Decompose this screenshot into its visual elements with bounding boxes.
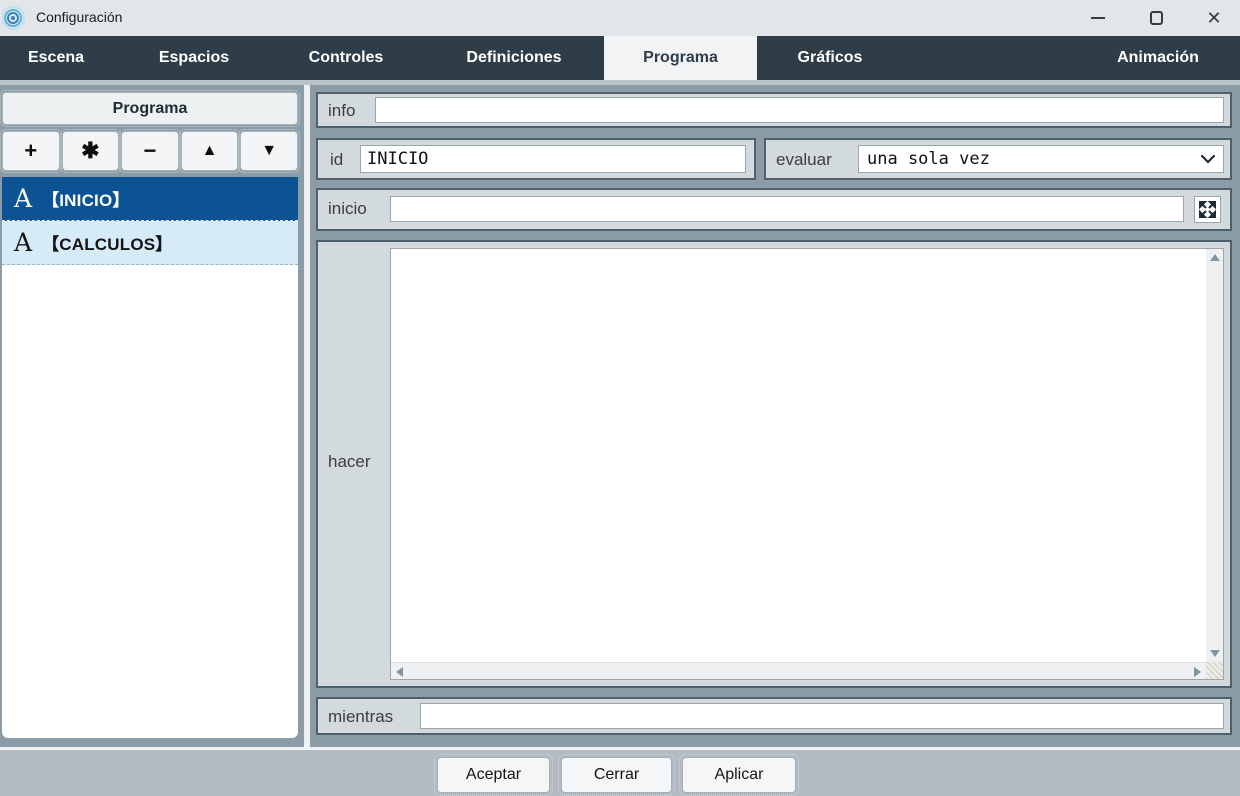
scroll-left-icon[interactable] bbox=[396, 667, 403, 677]
panel-splitter[interactable] bbox=[304, 85, 310, 747]
list-item-inicio[interactable]: A 【INICIO】 bbox=[2, 177, 298, 221]
tabbar-bottom-strip bbox=[0, 80, 1240, 85]
app-icon bbox=[2, 6, 25, 30]
tab-bar: Escena Espacios Controles Definiciones P… bbox=[0, 36, 1240, 80]
program-list: A 【INICIO】 A 【CALCULOS】 bbox=[2, 177, 298, 738]
expand-arrows-icon bbox=[1199, 201, 1216, 218]
program-list-header: Programa bbox=[0, 90, 300, 127]
inicio-input[interactable] bbox=[390, 196, 1184, 222]
id-input[interactable] bbox=[360, 145, 746, 173]
evaluar-selected-option: una sola vez bbox=[867, 149, 990, 169]
algorithm-type-glyph: A bbox=[14, 184, 33, 213]
program-list-toolbar: + ✱ − ▲ ▼ bbox=[0, 129, 300, 173]
close-icon: ✕ bbox=[1206, 8, 1222, 28]
tab-escena[interactable]: Escena bbox=[16, 36, 96, 80]
list-item-calculos[interactable]: A 【CALCULOS】 bbox=[2, 221, 298, 265]
close-dialog-button[interactable]: Cerrar bbox=[558, 754, 675, 796]
tab-programa[interactable]: Programa bbox=[604, 36, 757, 80]
mientras-input[interactable] bbox=[420, 703, 1224, 729]
minimize-icon bbox=[1091, 17, 1105, 19]
titlebar: Configuración ✕ bbox=[0, 0, 1240, 36]
evaluar-label: evaluar bbox=[776, 150, 832, 169]
evaluar-select[interactable]: una sola vez bbox=[858, 145, 1224, 173]
scroll-right-icon[interactable] bbox=[1194, 667, 1201, 677]
chevron-down-icon bbox=[1201, 154, 1215, 163]
hacer-editor-text[interactable] bbox=[391, 249, 1206, 662]
horizontal-scrollbar[interactable] bbox=[391, 662, 1206, 679]
maximize-icon bbox=[1149, 11, 1163, 25]
move-down-button[interactable]: ▼ bbox=[238, 129, 300, 173]
tab-definiciones[interactable]: Definiciones bbox=[454, 36, 574, 80]
hacer-label: hacer bbox=[328, 452, 371, 471]
info-label: info bbox=[328, 101, 356, 120]
id-label: id bbox=[330, 150, 344, 169]
list-item-label: 【INICIO】 bbox=[42, 191, 130, 210]
scroll-up-icon[interactable] bbox=[1210, 254, 1220, 261]
vertical-scrollbar[interactable] bbox=[1206, 249, 1223, 662]
tab-graficos[interactable]: Gráficos bbox=[780, 36, 880, 80]
hacer-editor[interactable] bbox=[390, 248, 1224, 680]
resize-grip[interactable] bbox=[1206, 662, 1223, 679]
algorithm-type-glyph: A bbox=[14, 228, 33, 257]
list-item-label: 【CALCULOS】 bbox=[42, 235, 173, 254]
footer: Aceptar Cerrar Aplicar bbox=[0, 750, 1240, 796]
accept-button[interactable]: Aceptar bbox=[434, 754, 553, 796]
tab-controles[interactable]: Controles bbox=[296, 36, 396, 80]
window-title: Configuración bbox=[36, 9, 123, 25]
tab-espacios[interactable]: Espacios bbox=[144, 36, 244, 80]
close-button[interactable]: ✕ bbox=[1194, 0, 1234, 36]
mientras-label: mientras bbox=[328, 707, 394, 726]
info-input[interactable] bbox=[375, 97, 1224, 123]
maximize-button[interactable] bbox=[1136, 0, 1176, 36]
apply-button[interactable]: Aplicar bbox=[679, 754, 799, 796]
move-up-button[interactable]: ▲ bbox=[178, 129, 241, 173]
minimize-button[interactable] bbox=[1078, 0, 1118, 36]
inicio-label: inicio bbox=[328, 199, 367, 218]
remove-program-button[interactable]: − bbox=[119, 129, 181, 173]
scroll-down-icon[interactable] bbox=[1210, 650, 1220, 657]
duplicate-program-button[interactable]: ✱ bbox=[59, 129, 122, 173]
add-program-button[interactable]: + bbox=[0, 129, 62, 173]
tab-animacion[interactable]: Animación bbox=[1108, 36, 1208, 80]
inicio-expand-button[interactable] bbox=[1194, 196, 1221, 223]
